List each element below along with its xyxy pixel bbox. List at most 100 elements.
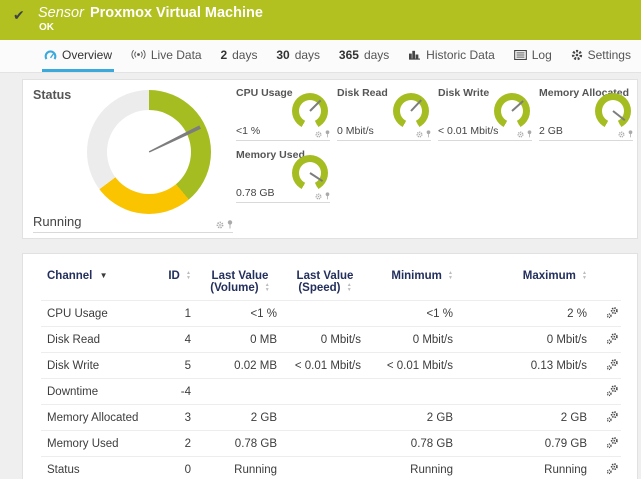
sensor-header: ✔ SensorProxmox Virtual Machine OK bbox=[0, 0, 641, 40]
cell-volume: <1 % bbox=[197, 301, 283, 327]
cell-max bbox=[459, 379, 593, 405]
cell-speed: < 0.01 Mbit/s bbox=[283, 353, 367, 379]
tab-number: 30 bbox=[276, 48, 289, 62]
status-check-icon: ✔ bbox=[13, 7, 25, 24]
cell-id: 5 bbox=[153, 353, 197, 379]
column-header-minimum[interactable]: Minimum ▲▼ bbox=[367, 266, 459, 301]
log-icon bbox=[514, 50, 527, 60]
channel-settings-icon[interactable] bbox=[606, 358, 619, 371]
mini-gauge-tile: Memory Allocated2 GB bbox=[539, 84, 633, 141]
cell-speed bbox=[283, 379, 367, 405]
gauge-icon bbox=[44, 49, 57, 61]
table-row[interactable]: Disk Write50.02 MB< 0.01 Mbit/s< 0.01 Mb… bbox=[41, 353, 621, 379]
mini-gauge bbox=[595, 93, 631, 129]
gear-icon[interactable] bbox=[416, 131, 423, 138]
gear-icon[interactable] bbox=[517, 131, 524, 138]
mini-gauge bbox=[292, 155, 328, 191]
gauge-settings-icons[interactable] bbox=[517, 130, 532, 138]
tab-30-days[interactable]: 30 days bbox=[274, 40, 322, 72]
gauge-settings-icons[interactable] bbox=[315, 130, 330, 138]
cell-max: 2 GB bbox=[459, 405, 593, 431]
mini-gauge-value: <1 % bbox=[236, 125, 260, 137]
gauge-settings-icons[interactable] bbox=[315, 192, 330, 200]
table-row[interactable]: Downtime-4 bbox=[41, 379, 621, 405]
mini-gauge bbox=[292, 93, 328, 129]
cell-min: Running bbox=[367, 457, 459, 479]
channel-settings-icon[interactable] bbox=[606, 462, 619, 475]
column-header-last-value[interactable]: Last Value(Speed) ▲▼ bbox=[283, 266, 367, 301]
tab-historic-data[interactable]: Historic Data bbox=[406, 40, 497, 72]
bar-chart-icon bbox=[408, 49, 421, 60]
tab-365-days[interactable]: 365 days bbox=[337, 40, 391, 72]
column-header-maximum[interactable]: Maximum ▲▼ bbox=[459, 266, 593, 301]
cell-volume: 0.02 MB bbox=[197, 353, 283, 379]
cell-max: Running bbox=[459, 457, 593, 479]
mini-gauge-tile: Disk Write< 0.01 Mbit/s bbox=[438, 84, 532, 141]
tab-overview[interactable]: Overview bbox=[42, 40, 114, 72]
gauge-settings-icons[interactable] bbox=[618, 130, 633, 138]
pin-icon[interactable] bbox=[227, 220, 233, 229]
pin-icon[interactable] bbox=[527, 130, 532, 138]
cell-volume bbox=[197, 379, 283, 405]
table-row[interactable]: Disk Read40 MB0 Mbit/s0 Mbit/s0 Mbit/s bbox=[41, 327, 621, 353]
mini-gauge-value: < 0.01 Mbit/s bbox=[438, 125, 498, 137]
cell-id: 1 bbox=[153, 301, 197, 327]
channel-settings-icon[interactable] bbox=[606, 332, 619, 345]
cell-speed bbox=[283, 405, 367, 431]
column-header-id[interactable]: ID ▲▼ bbox=[153, 266, 197, 301]
channel-settings-icon[interactable] bbox=[606, 306, 619, 319]
cell-id: 0 bbox=[153, 457, 197, 479]
tab-number: 2 bbox=[220, 48, 227, 62]
gear-icon[interactable] bbox=[315, 131, 322, 138]
channel-settings-cell[interactable] bbox=[593, 301, 621, 327]
mini-gauge-value: 2 GB bbox=[539, 125, 563, 137]
sensor-status-text: OK bbox=[12, 22, 631, 33]
sensor-title: Proxmox Virtual Machine bbox=[90, 5, 263, 21]
sort-arrows-icon: ▲▼ bbox=[448, 271, 453, 280]
channel-settings-cell[interactable] bbox=[593, 405, 621, 431]
tab-2-days[interactable]: 2 days bbox=[218, 40, 259, 72]
cell-max: 0.13 Mbit/s bbox=[459, 353, 593, 379]
channel-settings-icon[interactable] bbox=[606, 384, 619, 397]
table-row[interactable]: Status0RunningRunningRunning bbox=[41, 457, 621, 479]
table-row[interactable]: Memory Allocated32 GB2 GB2 GB bbox=[41, 405, 621, 431]
cell-max: 2 % bbox=[459, 301, 593, 327]
mini-gauge bbox=[393, 93, 429, 129]
table-row[interactable]: Memory Used20.78 GB0.78 GB0.79 GB bbox=[41, 431, 621, 457]
channel-settings-cell[interactable] bbox=[593, 379, 621, 405]
pin-icon[interactable] bbox=[426, 130, 431, 138]
channel-settings-icon[interactable] bbox=[606, 436, 619, 449]
column-header-last-value[interactable]: Last Value(Volume) ▲▼ bbox=[197, 266, 283, 301]
cell-speed bbox=[283, 431, 367, 457]
mini-gauge-value: 0 Mbit/s bbox=[337, 125, 374, 137]
mini-gauge-tile: Memory Used0.78 GB bbox=[236, 146, 330, 203]
gear-icon[interactable] bbox=[216, 221, 224, 229]
mini-gauge-tile: CPU Usage<1 % bbox=[236, 84, 330, 141]
channel-settings-icon[interactable] bbox=[606, 410, 619, 423]
cell-channel: Status bbox=[41, 457, 153, 479]
channel-settings-cell[interactable] bbox=[593, 353, 621, 379]
gauge-settings-icons[interactable] bbox=[416, 130, 431, 138]
channel-settings-cell[interactable] bbox=[593, 457, 621, 479]
pin-icon[interactable] bbox=[325, 192, 330, 200]
tab-live-data[interactable]: Live Data bbox=[129, 40, 204, 72]
cell-min: < 0.01 Mbit/s bbox=[367, 353, 459, 379]
channel-settings-cell[interactable] bbox=[593, 327, 621, 353]
gear-icon[interactable] bbox=[315, 193, 322, 200]
gauge-settings-icons[interactable] bbox=[216, 220, 233, 229]
channel-settings-cell[interactable] bbox=[593, 431, 621, 457]
table-row[interactable]: CPU Usage1<1 %<1 %2 % bbox=[41, 301, 621, 327]
cell-max: 0 Mbit/s bbox=[459, 327, 593, 353]
status-gauge bbox=[87, 90, 211, 214]
pin-icon[interactable] bbox=[628, 130, 633, 138]
column-header-channel[interactable]: Channel ▼ bbox=[41, 266, 153, 301]
mini-gauge-tile: Disk Read0 Mbit/s bbox=[337, 84, 431, 141]
gear-icon[interactable] bbox=[618, 131, 625, 138]
column-header-actions bbox=[593, 266, 621, 301]
tab-settings[interactable]: Settings bbox=[569, 40, 633, 72]
tab-label: Log bbox=[532, 48, 552, 62]
pin-icon[interactable] bbox=[325, 130, 330, 138]
tab-log[interactable]: Log bbox=[512, 40, 554, 72]
cell-min: 2 GB bbox=[367, 405, 459, 431]
sort-caret-icon: ▼ bbox=[100, 271, 108, 280]
